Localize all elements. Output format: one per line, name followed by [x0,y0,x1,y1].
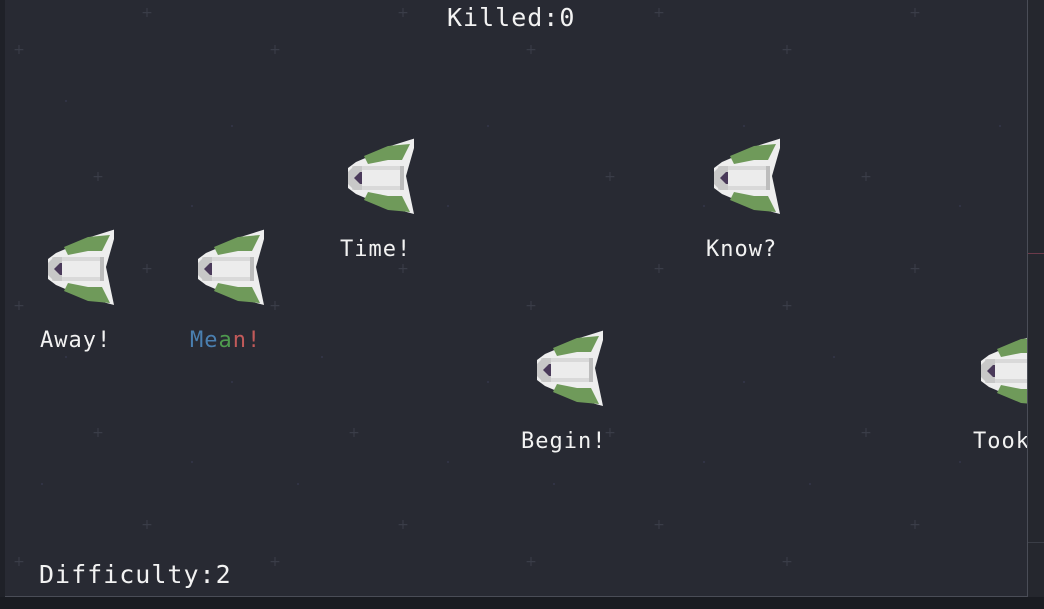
star-icon: + [909,5,921,21]
enemy[interactable]: Begin! [521,330,605,454]
side-panel-edge [1028,0,1044,609]
star-icon: + [525,554,537,570]
divider [1028,253,1044,254]
star-dot [703,461,705,463]
star-icon: + [397,261,409,277]
star-dot [191,461,193,463]
star-icon: + [92,169,104,185]
difficulty-indicator: Difficulty:2 [39,560,232,589]
star-dot [959,461,961,463]
star-dot [743,381,745,383]
star-dot [321,356,323,358]
star-dot [833,356,835,358]
star-icon: + [348,425,360,441]
star-icon: + [781,42,793,58]
enemy[interactable]: Time! [336,138,416,262]
enemy-word: Know? [706,237,778,262]
star-icon: + [92,425,104,441]
star-dot [487,125,489,127]
star-dot [553,483,555,485]
enemy-word: Time! [340,237,412,262]
star-icon: + [653,5,665,21]
star-icon: + [141,5,153,21]
star-icon: + [781,554,793,570]
star-icon: + [13,298,25,314]
window-bottom-edge [0,597,1044,609]
star-icon: + [909,261,921,277]
enemy-ship-icon [981,337,1027,404]
star-icon: + [397,5,409,21]
star-dot [487,381,489,383]
star-icon: + [141,261,153,277]
game-window: + + + + + + + + + + + + + + + + + + + + … [0,0,1044,609]
next-letter: a [218,328,233,353]
enemy-ship-icon [537,330,603,406]
star-icon: + [909,517,921,533]
star-icon: + [13,554,25,570]
enemy-ship-icon [48,229,114,305]
enemy[interactable]: Know? [702,138,782,262]
game-canvas[interactable]: + + + + + + + + + + + + + + + + + + + + … [5,0,1028,597]
typed-letters: Me [190,328,219,353]
star-icon: + [269,298,281,314]
killed-counter: Killed:0 [447,3,575,32]
star-dot [959,205,961,207]
star-icon: + [604,169,616,185]
star-dot [809,483,811,485]
enemy-word: Took [973,429,1028,454]
star-dot [231,381,233,383]
difficulty-label: Difficulty: [39,560,216,589]
star-icon: + [269,554,281,570]
enemy[interactable]: Took [969,331,1027,454]
enemy[interactable]: Away! [36,229,116,353]
star-dot [447,461,449,463]
killed-value: 0 [559,3,576,32]
enemy-word-progress: Mean! [190,328,261,353]
star-dot [191,205,193,207]
enemy-targeted[interactable]: Mean! [186,229,266,353]
star-icon: + [653,261,665,277]
star-dot [999,125,1001,127]
star-icon: + [525,42,537,58]
star-dot [231,125,233,127]
enemy-word: Away! [40,328,112,353]
enemy-word: Begin! [521,429,607,454]
divider [1028,542,1044,543]
star-dot [65,100,67,102]
star-icon: + [860,425,872,441]
star-icon: + [141,517,153,533]
star-dot [297,483,299,485]
remaining-letters: n! [232,328,262,353]
star-icon: + [781,298,793,314]
star-dot [41,483,43,485]
difficulty-value: 2 [215,560,232,589]
star-dot [447,205,449,207]
star-icon: + [13,42,25,58]
enemy-ship-icon [348,138,414,214]
enemy-ship-icon [198,229,264,305]
star-icon: + [269,42,281,58]
star-dot [65,356,67,358]
star-icon: + [653,517,665,533]
star-dot [743,125,745,127]
star-icon: + [397,517,409,533]
star-icon: + [860,169,872,185]
star-icon: + [525,298,537,314]
killed-label: Killed: [447,3,560,32]
enemy-ship-icon [714,138,780,214]
